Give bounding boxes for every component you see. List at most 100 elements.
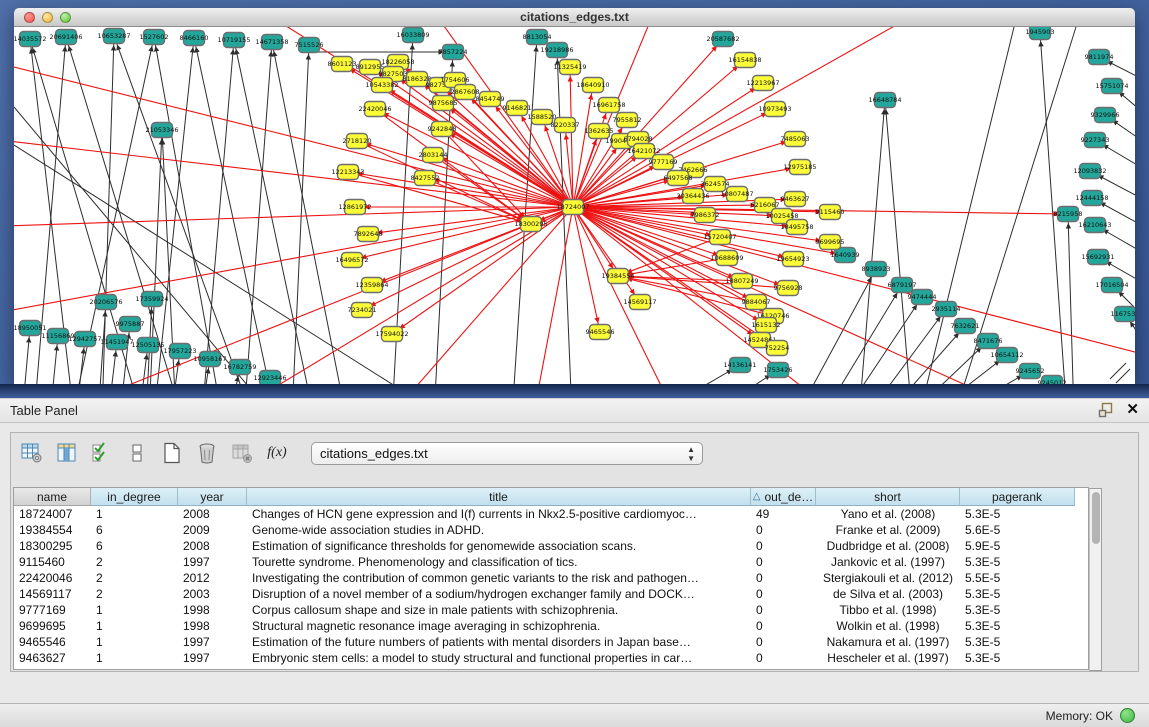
cell-year: 1997 [178, 650, 247, 666]
graph-node-label: 8215958 [1054, 210, 1083, 218]
graph-node-label: 10807487 [720, 190, 753, 198]
cell-in_degree: 1 [91, 618, 178, 634]
cell-year: 2012 [178, 570, 247, 586]
graph-node-label: 10958167 [193, 355, 226, 363]
cell-in_degree: 1 [91, 634, 178, 650]
cell-in_degree: 2 [91, 554, 178, 570]
zoom-window-icon[interactable] [60, 12, 71, 23]
column-header-label: out_de… [765, 490, 814, 504]
graph-node-label: 7234021 [348, 306, 377, 314]
cell-year: 2003 [178, 586, 247, 602]
graph-node-label: 9875685 [429, 99, 458, 107]
graph-node-label: 12942757 [68, 335, 101, 343]
graph-node-label: 7485063 [781, 135, 810, 143]
cell-in_degree: 6 [91, 538, 178, 554]
citation-network-graph[interactable]: 1403557220691406106532871527602846616010… [14, 27, 1135, 384]
column-header-label: pagerank [992, 490, 1042, 504]
cell-out_de: 0 [751, 554, 816, 570]
window-title: citations_edges.txt [520, 10, 629, 24]
graph-node-label: 2718120 [343, 137, 372, 145]
graph-node-label: 1640939 [831, 251, 860, 259]
graph-node-label: 1753426 [764, 366, 793, 374]
row-height-button[interactable] [124, 440, 150, 466]
select-rows-button[interactable] [89, 440, 115, 466]
graph-node-label: 15720407 [703, 233, 736, 241]
graph-node-label: 18640910 [576, 81, 609, 89]
graph-node-label: 1754606 [441, 76, 470, 84]
table-row[interactable]: 1938455462009Genome-wide association stu… [14, 522, 1088, 538]
graph-node-label: 16782759 [223, 363, 256, 371]
graph-node-label: 1362635 [585, 127, 614, 135]
column-header-in_degree[interactable]: in_degree [91, 488, 178, 506]
graph-node-label: 19384554 [601, 272, 634, 280]
cell-title: Investigating the contribution of common… [247, 570, 751, 586]
graph-node-label: 21053346 [145, 126, 178, 134]
cell-year: 1998 [178, 618, 247, 634]
table-header-row: name in_degree yeartitle△out_de…short pager… [14, 488, 1088, 506]
table-row[interactable]: 969969511998Structural magnetic resonanc… [14, 618, 1088, 634]
graph-node-label: 9756928 [774, 284, 803, 292]
graph-node-label: 19218986 [540, 46, 573, 54]
table-row[interactable]: 1830029562008Estimation of significance … [14, 538, 1088, 554]
table-row[interactable]: 946554611997Estimation of the future num… [14, 634, 1088, 650]
close-panel-icon[interactable]: ✕ [1126, 402, 1139, 418]
table-row[interactable]: 1456911722003Disruption of a novel membe… [14, 586, 1088, 602]
table-row[interactable]: 911546021997Tourette syndrome. Phenomeno… [14, 554, 1088, 570]
cell-title: Changes of HCN gene expression and I(f) … [247, 506, 751, 522]
cell-name: 14569117 [14, 586, 91, 602]
close-window-icon[interactable] [24, 12, 35, 23]
table-row[interactable]: 2242004622012Investigating the contribut… [14, 570, 1088, 586]
column-header-out_de[interactable]: △out_de… [751, 488, 816, 506]
table-row[interactable]: 1872400712008Changes of HCN gene express… [14, 506, 1088, 522]
table-scrollbar[interactable] [1089, 488, 1102, 671]
graph-node-label: 15692931 [1081, 253, 1114, 261]
graph-node-label: 9975887 [116, 320, 145, 328]
table-scrollbar-thumb[interactable] [1092, 492, 1100, 544]
graph-node-label: 752254 [765, 344, 790, 352]
column-header-short[interactable]: short [816, 488, 960, 506]
memory-status-indicator [1120, 708, 1135, 723]
graph-node-label: 9463627 [781, 195, 810, 203]
function-builder-button[interactable]: f(x) [264, 440, 290, 466]
cell-title: Estimation of significance thresholds fo… [247, 538, 751, 554]
graph-node-label: 20206576 [89, 298, 122, 306]
memory-status-label: Memory: OK [1046, 709, 1113, 723]
table-panel: Table Panel ✕ [0, 398, 1149, 727]
network-canvas[interactable]: 1403557220691406106532871527602846616010… [14, 27, 1135, 384]
cell-in_degree: 6 [91, 522, 178, 538]
graph-node-label: 7892648 [354, 230, 383, 238]
table-select-dropdown[interactable]: citations_edges.txt ▲▼ [311, 442, 703, 465]
column-header-title[interactable]: title [247, 488, 751, 506]
table-settings-button[interactable] [19, 440, 45, 466]
column-header-label: in_degree [107, 490, 160, 504]
delete-column-button[interactable] [194, 440, 220, 466]
column-header-name[interactable]: name [14, 488, 91, 506]
table-row[interactable]: 946362711997Embryonic stem cells: a mode… [14, 650, 1088, 666]
cell-pagerank: 5.6E-5 [960, 522, 1075, 538]
graph-node-label: 9465546 [586, 328, 615, 336]
graph-node-label: 10653287 [97, 32, 130, 40]
graph-node-label: 6216067 [751, 201, 780, 209]
minimize-window-icon[interactable] [42, 12, 53, 23]
column-header-pagerank[interactable]: pagerank [960, 488, 1075, 506]
graph-node-label: 9777169 [649, 158, 678, 166]
new-column-button[interactable] [159, 440, 185, 466]
column-header-year[interactable]: year [178, 488, 247, 506]
network-window: citations_edges.txt 14035572206914061065… [14, 8, 1135, 384]
cell-short: de Silva et al. (2003) [816, 586, 960, 602]
delete-table-button-disabled[interactable] [229, 440, 255, 466]
graph-node-label: 14671358 [255, 38, 288, 46]
cell-short: Franke et al. (2009) [816, 522, 960, 538]
new-document-icon [161, 442, 183, 464]
float-panel-icon[interactable] [1098, 402, 1114, 418]
table-row[interactable]: 977716911998Corpus callosum shape and si… [14, 602, 1088, 618]
show-columns-button[interactable] [54, 440, 80, 466]
graph-node-label: 8601123 [328, 60, 357, 68]
cell-pagerank: 5.5E-5 [960, 570, 1075, 586]
window-titlebar[interactable]: citations_edges.txt [14, 8, 1135, 27]
graph-node-label: 20691406 [49, 33, 82, 41]
graph-node-label: 12444158 [1075, 194, 1108, 202]
graph-node-label: 10973493 [758, 105, 791, 113]
graph-node-label: 18950051 [14, 324, 47, 332]
graph-node-label: 20364436 [676, 192, 709, 200]
